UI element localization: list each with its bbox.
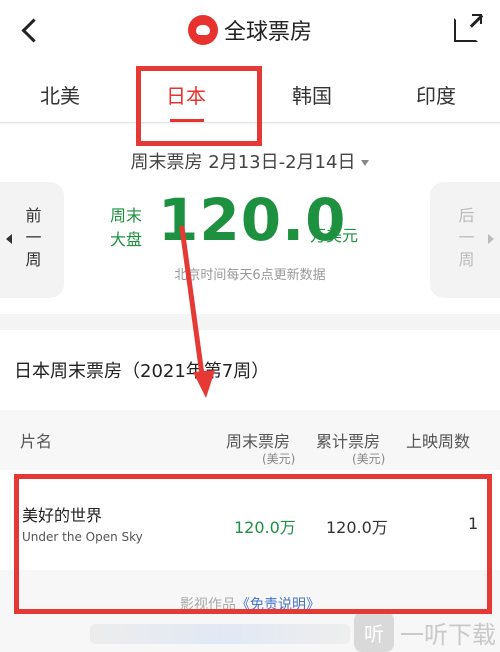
share-icon[interactable]	[454, 14, 482, 42]
week-selector[interactable]: 周末票房 2月13日-2月14日	[0, 148, 500, 174]
blurred-footer	[90, 624, 350, 644]
header-cumulative: 累计票房	[316, 432, 381, 451]
highlight-box-row	[14, 474, 492, 614]
watermark: 听 一听下载	[354, 612, 496, 652]
tab-korea[interactable]: 韩国	[292, 80, 332, 109]
maoyan-logo-icon	[187, 15, 218, 45]
watermark-logo-icon: 听	[354, 612, 394, 652]
caret-left-icon	[6, 234, 12, 244]
page-title: 全球票房	[223, 20, 312, 45]
tab-north-america[interactable]: 北美	[40, 80, 80, 109]
header-weekend: 周末票房	[226, 432, 291, 451]
header-cumulative-unit: (美元)	[352, 452, 386, 466]
weekend-total-label-line1: 周末	[110, 206, 143, 225]
weekend-total-unit: 万美元	[310, 226, 359, 245]
section-title: 日本周末票房（2021年第7周）	[14, 361, 270, 382]
top-bar: 全球票房	[0, 0, 500, 64]
week-selector-label: 周末票房 2月13日-2月14日	[130, 152, 356, 173]
caret-down-icon	[361, 160, 370, 166]
tab-india[interactable]: 印度	[416, 80, 456, 109]
header-weekend-unit: (美元)	[262, 452, 296, 466]
watermark-text: 一听下载	[400, 620, 496, 649]
caret-right-icon	[488, 234, 494, 244]
highlight-box-tab	[136, 66, 262, 146]
header-name: 片名	[20, 432, 53, 451]
header-weeks: 上映周数	[406, 432, 471, 451]
weekend-summary: 周末票房 2月13日-2月14日 前一周 后一周 周末 大盘 120.0 万美元…	[0, 124, 500, 314]
weekend-total-label-line2: 大盘	[110, 230, 143, 249]
update-note: 北京时间每天6点更新数据	[174, 268, 326, 283]
page-title-wrap: 全球票房	[0, 14, 500, 46]
weekend-total-label: 周末 大盘	[110, 204, 142, 252]
